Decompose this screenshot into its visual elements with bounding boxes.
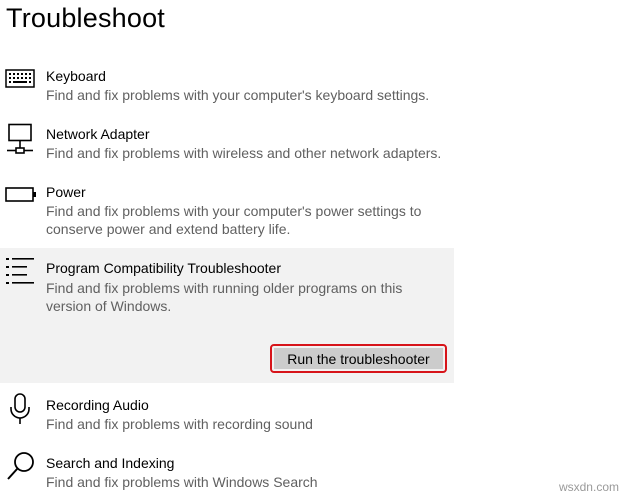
watermark: wsxdn.com [558,480,619,494]
troubleshooter-description: Find and fix problems with Windows Searc… [46,474,318,490]
network-adapter-icon [5,123,35,155]
program-list-icon [5,257,37,285]
troubleshooter-title: Network Adapter [46,126,150,142]
troubleshooter-search-indexing[interactable]: Search and Indexing Find and fix problem… [0,448,454,496]
troubleshooter-description: Find and fix problems with your computer… [46,203,422,237]
keyboard-icon [5,69,35,89]
page-title: Troubleshoot [6,3,165,33]
battery-icon [5,186,37,204]
troubleshooter-description: Find and fix problems with running older… [46,280,403,314]
run-troubleshooter-highlight: Run the troubleshooter [270,344,447,373]
troubleshooter-keyboard[interactable]: Keyboard Find and fix problems with your… [0,60,454,110]
troubleshooter-network-adapter[interactable]: Network Adapter Find and fix problems wi… [0,118,454,168]
troubleshooter-title: Power [46,184,86,200]
troubleshooter-title: Search and Indexing [46,455,175,471]
troubleshooter-description: Find and fix problems with wireless and … [46,145,442,161]
troubleshooter-title: Recording Audio [46,397,149,413]
microphone-icon [9,393,31,425]
run-troubleshooter-button[interactable]: Run the troubleshooter [274,348,443,369]
troubleshooter-description: Find and fix problems with recording sou… [46,416,313,432]
troubleshooter-title: Keyboard [46,68,106,84]
search-icon [6,451,36,481]
troubleshooter-recording-audio[interactable]: Recording Audio Find and fix problems wi… [0,390,454,440]
troubleshooter-title: Program Compatibility Troubleshooter [46,260,281,276]
troubleshooter-power[interactable]: Power Find and fix problems with your co… [0,176,454,244]
troubleshooter-description: Find and fix problems with your computer… [46,87,430,103]
